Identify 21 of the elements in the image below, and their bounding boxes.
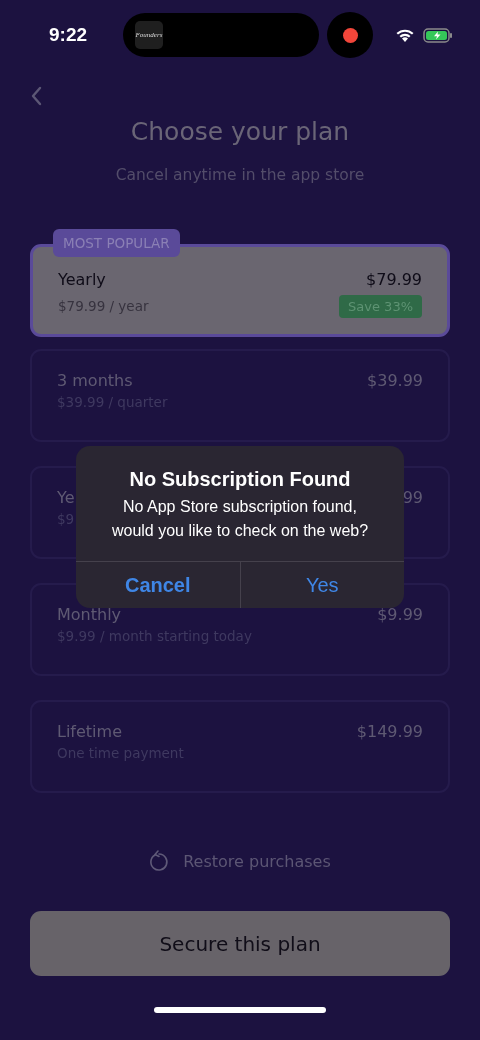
plan-price: $79.99 [366, 270, 422, 289]
plan-price: $149.99 [356, 722, 423, 741]
plan-price: $39.99 [367, 371, 423, 390]
plan-name: Yearly [58, 270, 106, 289]
page-subtitle: Cancel anytime in the app store [114, 166, 366, 184]
status-time: 9:22 [48, 24, 88, 46]
plan-price: 99 [402, 488, 423, 507]
page-title: Choose your plan [129, 117, 351, 146]
battery-icon [423, 27, 453, 43]
plan-name: 3 months [57, 371, 133, 390]
plan-name: Lifetime [57, 722, 122, 741]
secure-plan-button[interactable]: Secure this plan [30, 911, 450, 976]
restore-purchases-button[interactable]: Restore purchases [143, 849, 337, 873]
restore-icon [149, 850, 170, 872]
plan-name: Ye [57, 488, 75, 507]
plan-price: $9.99 [377, 605, 423, 624]
plan-name: Monthly [57, 605, 122, 624]
wifi-icon [395, 27, 415, 43]
alert-message: No App Store subscription found, would you like to check on the web? [110, 497, 370, 541]
cancel-button[interactable]: Cancel [76, 562, 241, 608]
alert-title: No Subscription Found [128, 468, 352, 491]
